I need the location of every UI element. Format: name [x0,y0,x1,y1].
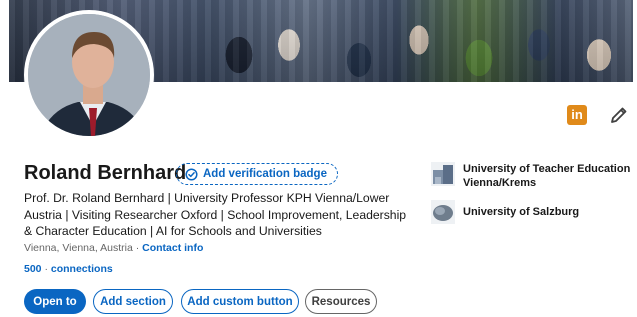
contact-info-link[interactable]: Contact info [142,242,203,254]
resources-button[interactable]: Resources [305,289,377,314]
profile-headline: Prof. Dr. Roland Bernhard | University P… [24,191,407,238]
university-logo-icon [431,200,455,224]
shield-check-icon [185,167,198,181]
education-name-salzburg: University of Salzburg [463,206,580,218]
education-item-teacher-education[interactable]: University of Teacher Education Vienna/K… [431,162,633,190]
building-logo-icon [431,162,455,186]
location-separator: · [135,242,140,254]
verification-badge-label: Add verification badge [203,168,327,180]
connections-separator: · [44,263,48,275]
connections-link[interactable]: 500 · connections [24,263,113,275]
education-item-salzburg[interactable]: University of Salzburg [431,200,633,224]
pencil-edit-icon[interactable] [609,105,629,125]
profile-name: Roland Bernhard [24,162,187,184]
avatar[interactable] [24,10,154,140]
open-to-button[interactable]: Open to [24,289,86,314]
connections-label: connections [50,263,113,275]
add-section-button[interactable]: Add section [93,289,173,314]
add-custom-button[interactable]: Add custom button [181,289,299,314]
location-text: Vienna, Vienna, Austria [24,242,133,254]
linkedin-icon[interactable]: in [567,105,587,125]
add-verification-badge-button[interactable]: Add verification badge [176,163,338,185]
connections-count: 500 [24,263,42,275]
profile-photo [28,14,150,136]
education-name-teacher-education: University of Teacher Education Vienna/K… [463,163,631,189]
profile-location-line: Vienna, Vienna, Austria · Contact info [24,242,203,254]
